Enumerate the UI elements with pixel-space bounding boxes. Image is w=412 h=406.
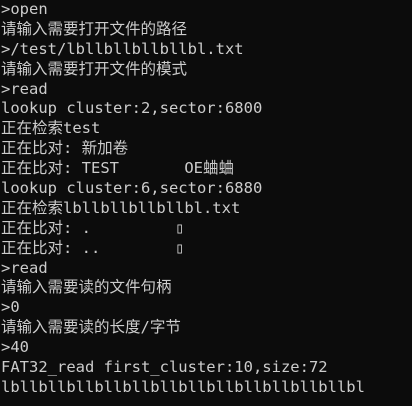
console-line-4: 请输入需要打开文件的模式	[1, 59, 188, 78]
console-line-3: >/test/lbllbllbllbllbl.txt	[1, 39, 244, 58]
console-line-19: FAT32_read first_cluster:10,size:72	[1, 358, 328, 377]
console-line-10: lookup cluster:6,sector:6880	[1, 179, 263, 198]
console-line-15: 请输入需要读的文件句柄	[1, 278, 172, 297]
console-line-12: 正在比对: . ▯	[1, 218, 185, 237]
console-line-13: 正在比对: .. ▯	[1, 238, 185, 257]
console-line-14: >read	[1, 258, 48, 277]
console-window[interactable]: >open 请输入需要打开文件的路径 >/test/lbllbllbllbllb…	[0, 0, 412, 406]
console-line-1: >open	[1, 0, 48, 18]
console-line-2: 请输入需要打开文件的路径	[1, 19, 188, 38]
console-line-7: 正在检索test	[1, 119, 101, 138]
console-line-17: 请输入需要读的长度/字节	[1, 318, 181, 337]
console-line-6: lookup cluster:2,sector:6800	[1, 99, 263, 118]
console-line-9: 正在比对: TEST OE蛐蛐	[1, 159, 234, 178]
console-line-5: >read	[1, 79, 48, 98]
console-line-16: >0	[1, 298, 20, 317]
console-line-8: 正在比对: 新加卷	[1, 139, 129, 158]
console-line-11: 正在检索lbllbllbllbllbl.txt	[1, 198, 241, 217]
console-line-20: lbllbllbllbllbllbllbllbllbllbllbllbllbl	[1, 377, 365, 396]
console-line-18: >40	[1, 338, 29, 357]
